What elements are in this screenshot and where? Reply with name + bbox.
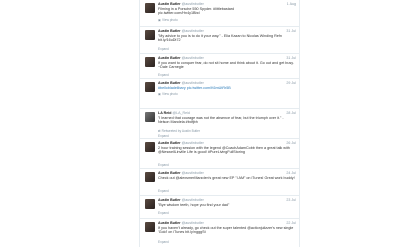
tweet-text: Check out @alexsmerMarzden's great new E… (158, 175, 295, 180)
view-photo-link[interactable]: ▣View photo (158, 92, 178, 96)
avatar[interactable] (145, 3, 155, 13)
tweet-timeline: Austin Butler@austinbutler 1 Aug Filming… (139, 0, 300, 247)
tweet-item[interactable]: Austin Butler@austinbutler 24 Jul Check … (140, 169, 299, 196)
tweet-text: If you want to conquer fear, do not sit … (158, 60, 294, 70)
expand-link[interactable]: Expand (158, 163, 169, 167)
tweet-item[interactable]: Austin Butler@austinbutler 22 Jul If you… (140, 219, 299, 247)
tweet-item[interactable]: Austin Butler@austinbutler 1 Aug Filming… (140, 0, 299, 27)
user-handle[interactable]: @austinbutler (182, 221, 204, 225)
user-name[interactable]: Austin Butler (158, 171, 181, 175)
user-handle[interactable]: @austinbutler (182, 171, 204, 175)
user-handle[interactable]: @austinbutler (182, 198, 204, 202)
user-handle[interactable]: @austinbutler (182, 29, 204, 33)
user-name[interactable]: LA Reid (158, 111, 171, 115)
user-handle[interactable]: @LA_Reid (172, 111, 189, 115)
avatar[interactable] (145, 172, 155, 182)
tweet-item[interactable]: LA Reid@LA_Reid 28 Jul "I learned that c… (140, 109, 299, 139)
retweet-icon: ⇄ (158, 129, 161, 133)
avatar[interactable] (145, 142, 155, 152)
avatar[interactable] (145, 112, 155, 122)
tweet-text: 2 hour training session with the legend … (158, 145, 290, 155)
user-name[interactable]: Austin Butler (158, 221, 181, 225)
avatar[interactable] (145, 222, 155, 232)
tweet-text: "Bye wisdom teeth, hope you find your da… (158, 202, 230, 207)
avatar[interactable] (145, 199, 155, 209)
retweeted-by: ⇄Retweeted by Austin Butler (158, 129, 200, 133)
user-handle[interactable]: @austinbutler (182, 81, 204, 85)
user-name[interactable]: Austin Butler (158, 141, 181, 145)
tweet-item[interactable]: Austin Butler@austinbutler 26 Jul 2 hour… (140, 139, 299, 169)
user-handle[interactable]: @austinbutler (182, 141, 204, 145)
expand-link[interactable]: Expand (158, 73, 169, 77)
user-handle[interactable]: @austinbutler (182, 2, 204, 6)
user-name[interactable]: Austin Butler (158, 29, 181, 33)
tweet-item[interactable]: Austin Butler@austinbutler 29 Jul #bello… (140, 79, 299, 109)
expand-link[interactable]: Expand (158, 240, 169, 244)
expand-link[interactable]: Expand (158, 211, 169, 215)
tweet-text: "I learned that courage was not the abse… (158, 115, 284, 125)
photo-icon: ▣ (158, 18, 162, 22)
avatar[interactable] (145, 82, 155, 92)
tweet-text: "My advice to you is to do it your way."… (158, 33, 282, 43)
avatar[interactable] (145, 30, 155, 40)
user-name[interactable]: Austin Butler (158, 198, 181, 202)
avatar[interactable] (145, 57, 155, 67)
tweet-item[interactable]: Austin Butler@austinbutler 31 Jul If you… (140, 54, 299, 79)
tweet-text: If you haven't already, go check out the… (158, 225, 294, 235)
photo-icon: ▣ (158, 92, 162, 96)
user-name[interactable]: Austin Butler (158, 56, 181, 60)
tweet-item[interactable]: Austin Butler@austinbutler 23 Jul "Bye w… (140, 196, 299, 219)
expand-link[interactable]: Expand (158, 134, 169, 138)
user-handle[interactable]: @austinbutler (182, 56, 204, 60)
expand-link[interactable]: Expand (158, 189, 169, 193)
tweet-text[interactable]: #bellobladelibary pic.twitter.com/K6mUtR… (158, 86, 295, 91)
expand-link[interactable]: Expand (158, 47, 169, 51)
user-name[interactable]: Austin Butler (158, 81, 181, 85)
tweet-text: Filming in a Porsche 550 Spyder. #little… (158, 6, 235, 16)
tweet-item[interactable]: Austin Butler@austinbutler 31 Jul "My ad… (140, 27, 299, 54)
view-photo-link[interactable]: ▣View photo (158, 18, 178, 22)
user-name[interactable]: Austin Butler (158, 2, 181, 6)
